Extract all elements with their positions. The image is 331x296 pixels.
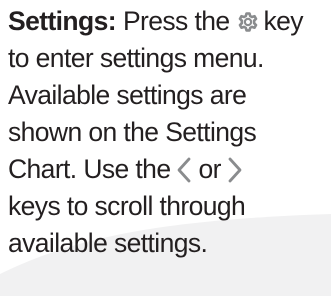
settings-instructions: Settings: Press the key to enter setting… — [8, 0, 331, 262]
key-text: key — [263, 6, 304, 36]
chevron-right-icon — [224, 156, 246, 184]
gear-icon — [236, 10, 260, 34]
or-text: or — [198, 154, 221, 184]
instruction-line-7: available settings. — [8, 228, 208, 258]
instruction-line-6: keys to scroll through — [8, 191, 246, 221]
instruction-line-3: Available settings are — [8, 80, 247, 110]
chart-use-the-text: Chart. Use the — [8, 154, 171, 184]
instruction-line-1: Settings: Press the key — [8, 3, 331, 40]
settings-heading: Settings: — [8, 6, 117, 36]
instruction-line-5: Chart. Use the or — [8, 151, 331, 188]
instruction-line-2: to enter settings menu. — [8, 43, 264, 73]
chevron-left-icon — [173, 156, 195, 184]
instruction-line-4: shown on the Settings — [8, 117, 257, 147]
press-the-text: Press the — [122, 6, 230, 36]
